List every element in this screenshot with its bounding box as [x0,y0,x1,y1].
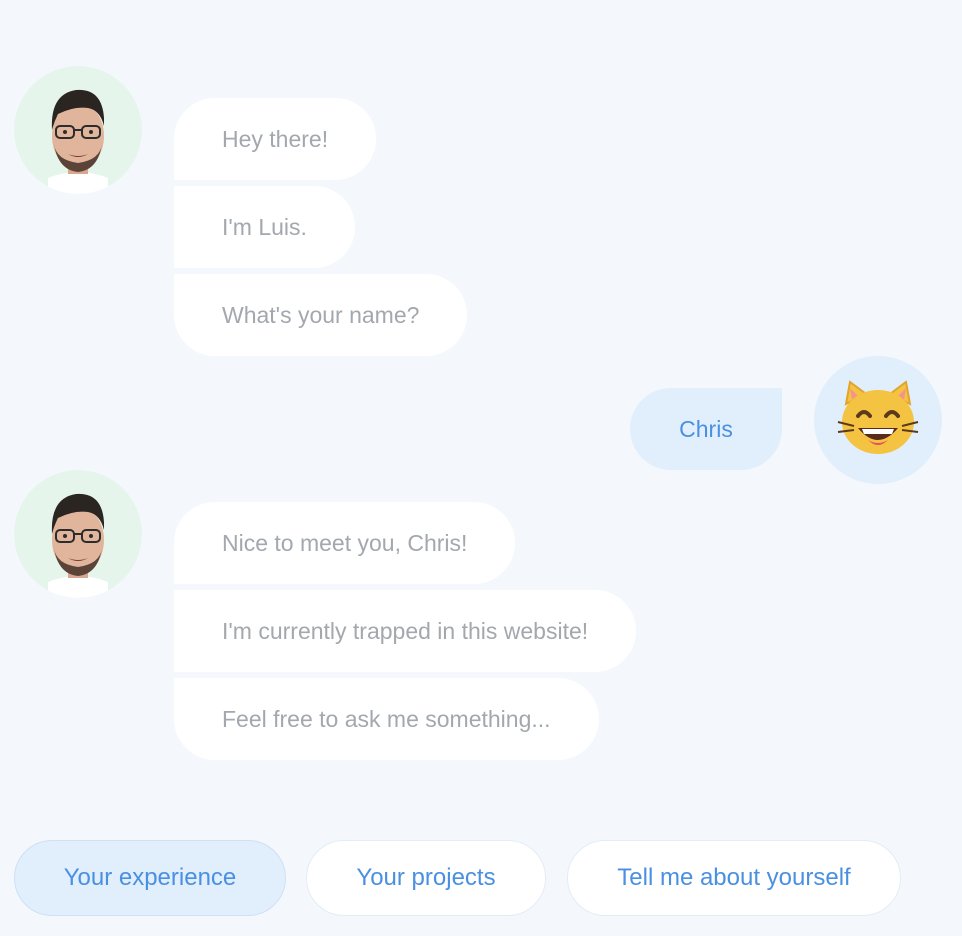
bot-message: I'm Luis. [174,186,355,268]
grinning-cat-icon [837,380,919,454]
bot-message: Nice to meet you, Chris! [174,502,516,584]
bot-message: Feel free to ask me something... [174,678,599,760]
luis-portrait-icon [48,89,108,194]
bot-message: I'm currently trapped in this website! [174,590,637,672]
user-avatar [814,356,942,484]
option-tell-me-about-yourself-button[interactable]: Tell me about yourself [567,840,901,916]
luis-portrait-icon [48,493,108,598]
luis-avatar [14,66,142,194]
user-message: Chris [630,388,782,470]
bot-message: Hey there! [174,98,377,180]
option-your-experience-button[interactable]: Your experience [14,840,286,916]
bot-message: What's your name? [174,274,468,356]
luis-avatar [14,470,142,598]
option-your-projects-button[interactable]: Your projects [306,840,546,916]
